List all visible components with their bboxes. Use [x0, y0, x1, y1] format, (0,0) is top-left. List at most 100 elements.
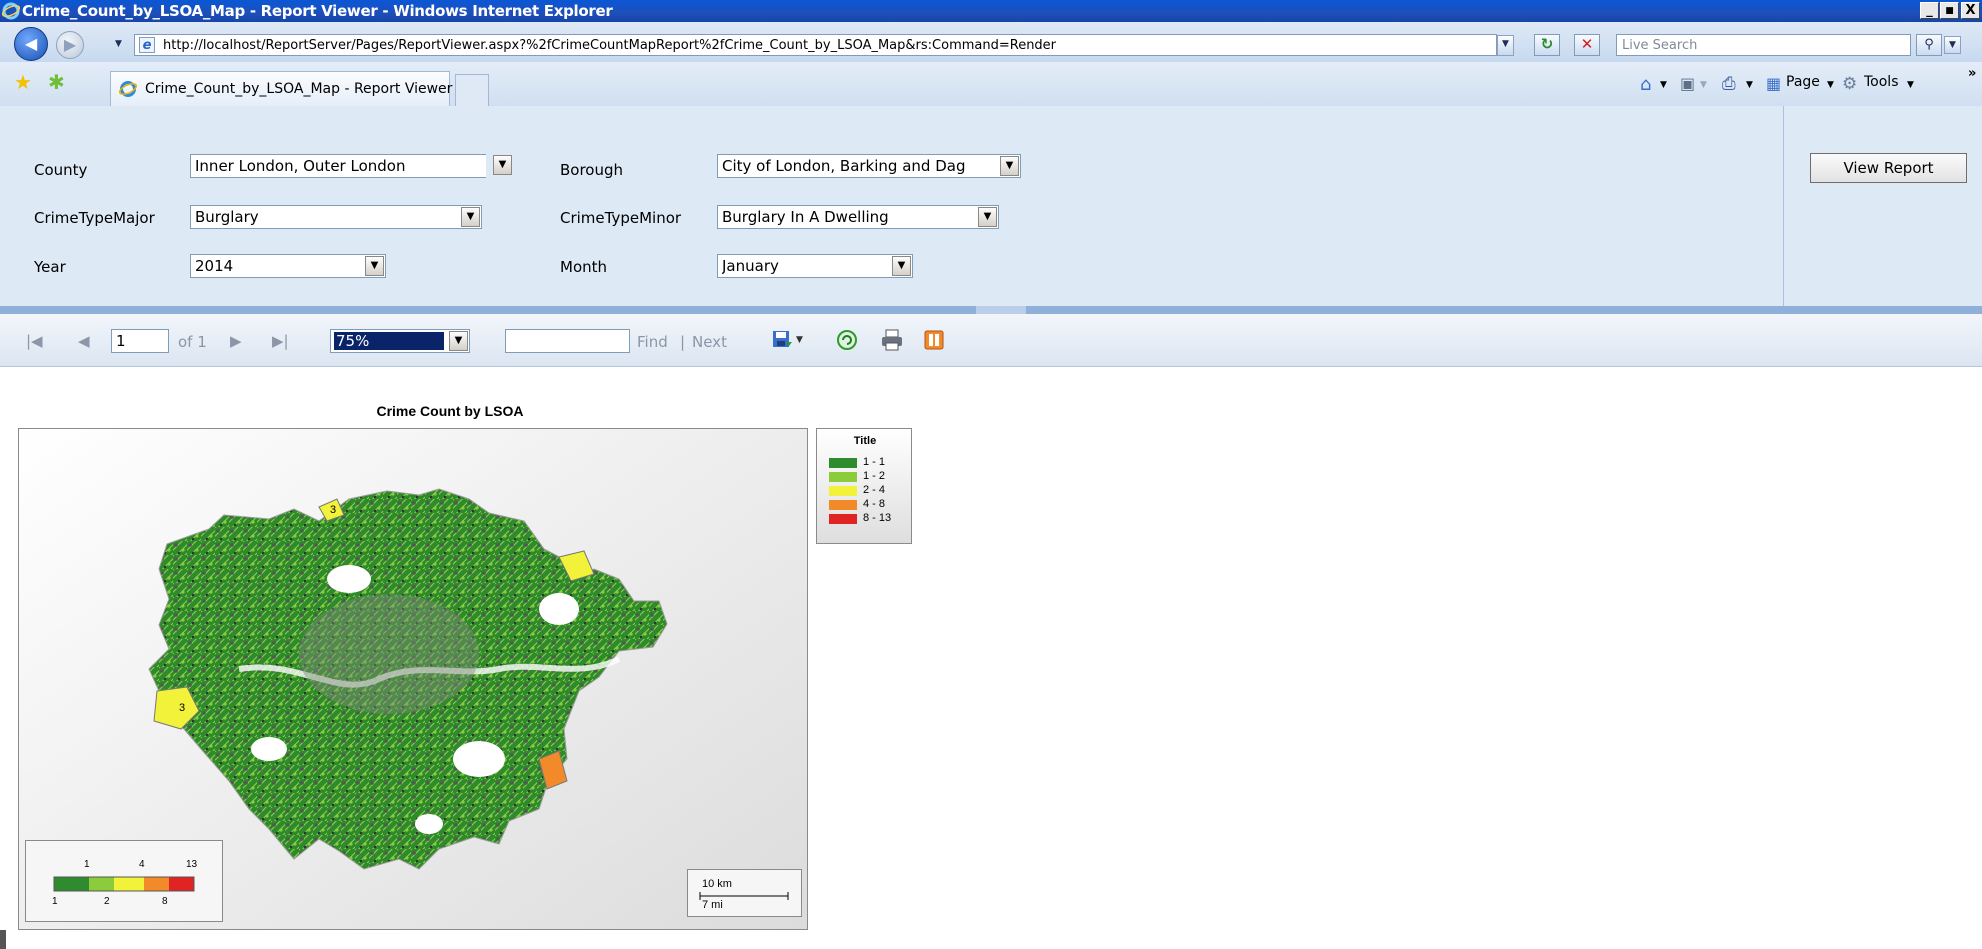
color-scale-top-label: 1 [84, 859, 90, 870]
color-scale-bottom-label: 1 [52, 896, 58, 907]
forward-button[interactable]: ▶ [56, 31, 84, 59]
chevron-down-icon[interactable]: ▼ [449, 331, 468, 351]
close-button[interactable]: X [1961, 2, 1980, 19]
recent-pages-dropdown[interactable]: ▼ [110, 36, 127, 54]
scale-mi-label: 7 mi [702, 899, 723, 911]
page-menu-icon[interactable]: ▦ [1766, 74, 1781, 93]
feeds-dropdown-icon[interactable]: ▼ [1700, 80, 1707, 90]
search-options-dropdown[interactable]: ▼ [1944, 36, 1961, 54]
distance-scale: 10 km 7 mi [687, 869, 802, 917]
borough-label: Borough [560, 161, 624, 179]
export-save-icon[interactable] [770, 328, 794, 352]
home-dropdown-icon[interactable]: ▼ [1660, 80, 1667, 90]
region-label: 3 [179, 702, 185, 714]
county-select[interactable]: Inner London, Outer London [190, 154, 486, 178]
page-dropdown-icon[interactable]: ▼ [1827, 80, 1834, 90]
add-favorites-icon[interactable]: ✱ [48, 72, 65, 92]
maximize-button[interactable]: ■ [1940, 2, 1959, 19]
chevron-down-icon: ▼ [493, 155, 512, 175]
chevron-down-icon[interactable]: ▼ [461, 207, 480, 227]
minimize-button[interactable]: _ [1920, 2, 1939, 19]
internet-explorer-icon [119, 81, 137, 97]
legend-swatch [829, 458, 857, 468]
map-title: Crime Count by LSOA [376, 403, 524, 419]
find-link[interactable]: Find [637, 333, 668, 351]
chevron-down-icon[interactable]: ▼ [978, 207, 997, 227]
find-separator: | [680, 333, 686, 351]
first-page-icon[interactable]: |◀ [26, 332, 43, 350]
chevron-down-icon[interactable]: ▼ [1000, 156, 1019, 176]
month-label: Month [560, 258, 608, 276]
collapse-parameters-handle[interactable] [976, 306, 1026, 314]
window-title-bar: Crime_Count_by_LSOA_Map - Report Viewer … [0, 0, 1982, 22]
address-dropdown-button[interactable]: ▼ [1497, 35, 1514, 56]
current-page-input[interactable]: 1 [111, 329, 169, 353]
find-next-link[interactable]: Next [692, 333, 727, 351]
tools-dropdown-icon[interactable]: ▼ [1907, 80, 1914, 90]
borough-select[interactable]: City of London, Barking and Dag ▼ [717, 154, 1021, 178]
previous-page-icon[interactable]: ◀ [78, 332, 90, 350]
search-icon[interactable]: ⚲ [1916, 34, 1942, 56]
chevron-more-icon[interactable]: » [1968, 66, 1976, 81]
refresh-icon[interactable]: ↻ [1534, 34, 1560, 56]
window-title: Crime_Count_by_LSOA_Map - Report Viewer … [22, 2, 613, 20]
legend-swatch [829, 514, 857, 524]
print-icon[interactable]: ⎙ [1722, 74, 1736, 94]
document-map-icon[interactable] [922, 328, 946, 352]
next-page-icon[interactable]: ▶ [230, 332, 242, 350]
crime-type-minor-select[interactable]: Burglary In A Dwelling ▼ [717, 205, 999, 229]
last-page-icon[interactable]: ▶| [272, 332, 289, 350]
print-report-icon[interactable] [880, 328, 904, 352]
tools-menu-label[interactable]: Tools [1864, 74, 1899, 90]
view-report-button[interactable]: View Report [1810, 153, 1967, 183]
address-url: http://localhost/ReportServer/Pages/Repo… [163, 38, 1057, 53]
color-scale-bar [53, 876, 195, 892]
address-toolbar: ◀ ▶ ▼ e http://localhost/ReportServer/Pa… [0, 22, 1982, 62]
crime-map: 3 3 1 4 13 1 2 8 10 km 7 mi [18, 428, 808, 930]
color-scale-legend: 1 4 13 1 2 8 [25, 840, 223, 922]
chevron-down-icon[interactable]: ▼ [892, 256, 911, 276]
tools-gear-icon[interactable]: ⚙ [1842, 74, 1857, 94]
color-scale-bottom-label: 2 [104, 896, 110, 907]
page-menu-label[interactable]: Page [1786, 74, 1820, 90]
year-label: Year [34, 258, 66, 276]
refresh-report-icon[interactable] [835, 328, 859, 352]
new-tab-button[interactable] [455, 74, 489, 106]
page-icon: e [139, 37, 155, 53]
zoom-select[interactable]: 75% ▼ [330, 329, 470, 353]
tab-report-viewer[interactable]: Crime_Count_by_LSOA_Map - Report Viewer [110, 71, 452, 106]
color-scale-top-label: 13 [186, 859, 198, 870]
report-toolbar [0, 314, 1982, 367]
legend-swatch [829, 486, 857, 496]
window-edge [0, 930, 6, 949]
crime-type-major-label: CrimeTypeMajor [34, 209, 155, 227]
crime-type-major-select[interactable]: Burglary ▼ [190, 205, 482, 229]
address-bar[interactable]: e http://localhost/ReportServer/Pages/Re… [134, 34, 1497, 56]
back-button[interactable]: ◀ [14, 27, 48, 61]
county-dropdown-button[interactable]: ▼ [488, 154, 512, 178]
color-scale-bottom-label: 8 [162, 896, 168, 907]
feeds-icon[interactable]: ▣ [1680, 74, 1695, 93]
home-icon[interactable]: ⌂ [1640, 74, 1651, 95]
internet-explorer-icon [2, 2, 20, 20]
county-label: County [34, 161, 88, 179]
month-select[interactable]: January ▼ [717, 254, 913, 278]
chevron-down-icon[interactable]: ▼ [365, 256, 384, 276]
export-dropdown-icon[interactable]: ▼ [796, 335, 803, 345]
color-scale-top-label: 4 [139, 859, 145, 870]
find-text-input[interactable] [505, 329, 630, 353]
parameters-divider [1783, 106, 1784, 306]
search-input[interactable]: Live Search [1616, 34, 1911, 56]
legend-swatch [829, 472, 857, 482]
year-select[interactable]: 2014 ▼ [190, 254, 386, 278]
region-label: 3 [330, 504, 336, 516]
favorites-star-icon[interactable]: ★ [14, 72, 32, 92]
print-dropdown-icon[interactable]: ▼ [1746, 80, 1753, 90]
legend-swatch [829, 500, 857, 510]
parameters-splitter [0, 306, 1982, 314]
stop-icon[interactable]: ✕ [1574, 34, 1600, 56]
tab-bar: ★ ✱ Crime_Count_by_LSOA_Map - Report Vie… [0, 62, 1982, 107]
crime-type-minor-label: CrimeTypeMinor [560, 209, 682, 227]
page-count-label: of 1 [178, 333, 207, 351]
legend-title: Title [853, 435, 877, 447]
